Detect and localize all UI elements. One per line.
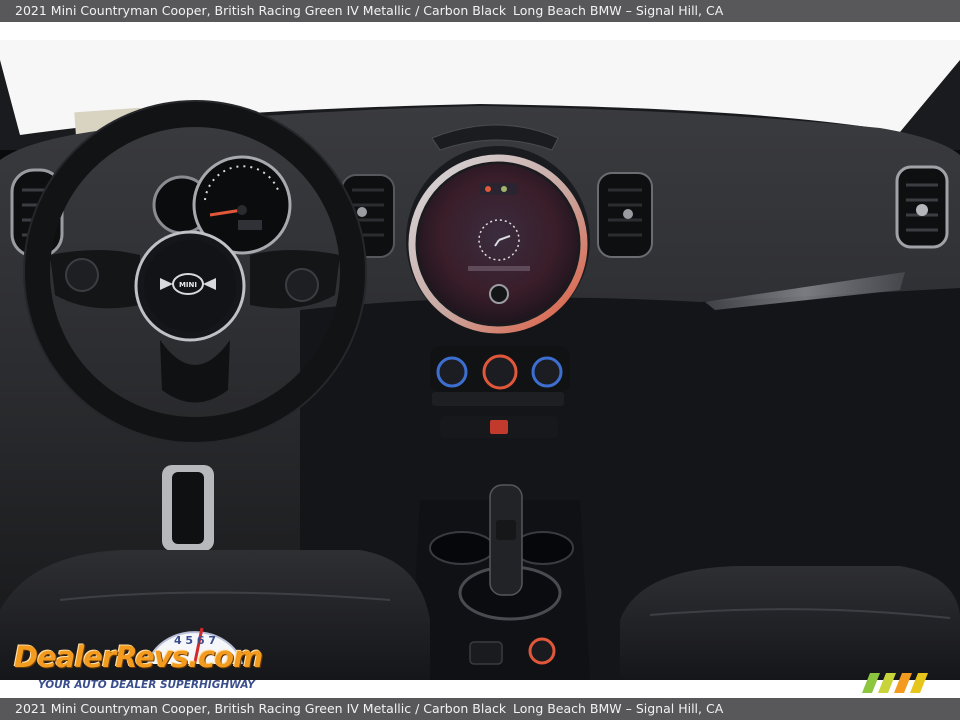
center-display	[406, 146, 590, 334]
watermark-tagline: YOUR AUTO DEALER SUPERHIGHWAY	[38, 679, 255, 691]
caption-bar-bottom: 2021 Mini Countryman Cooper, British Rac…	[0, 698, 960, 720]
vent-right	[895, 165, 949, 249]
start-stop-toggle-icon	[528, 637, 556, 665]
vent-center-right	[597, 172, 653, 258]
climate-controls	[430, 346, 570, 438]
passenger-seat	[620, 566, 960, 680]
vehicle-caption-bottom: 2021 Mini Countryman Cooper, British Rac…	[15, 701, 507, 716]
racing-stripes-logo-icon	[862, 673, 928, 693]
interior-photo: MINI	[0, 40, 960, 680]
steering-wheel-badge: MINI	[179, 281, 197, 289]
dealer-caption-bottom: Long Beach BMW – Signal Hill, CA	[513, 701, 724, 716]
dealer-caption: Long Beach BMW – Signal Hill, CA	[513, 3, 724, 18]
cupholder-left	[429, 531, 495, 565]
vehicle-caption: 2021 Mini Countryman Cooper, British Rac…	[15, 3, 507, 18]
caption-bar-top: 2021 Mini Countryman Cooper, British Rac…	[0, 0, 960, 22]
dealerrevs-watermark: 4 5 6 7 DealerRevs.com YOUR AUTO DEALER …	[12, 622, 272, 694]
watermark-brand: DealerRevs.com	[14, 640, 263, 674]
